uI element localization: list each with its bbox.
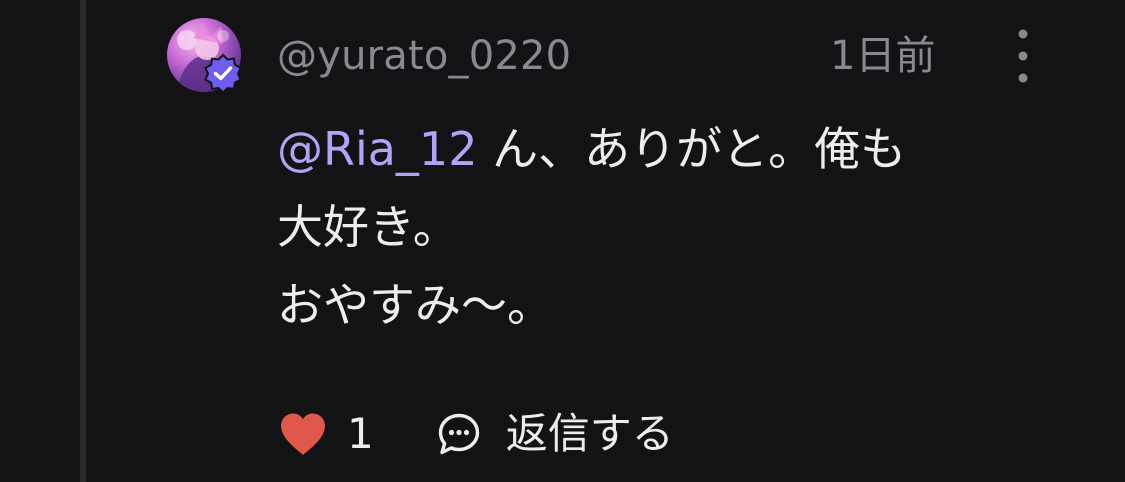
comment-username[interactable]: @yurato_0220 (277, 30, 571, 82)
comment-line-1: @Ria_12 ん、ありがと。俺も (277, 110, 1057, 188)
thread-line (80, 0, 86, 482)
comment-line-2: 大好き。 (277, 200, 459, 254)
heart-icon[interactable] (277, 410, 329, 458)
like-count: 1 (347, 409, 374, 458)
comment-timestamp: 1日前 (830, 33, 936, 79)
comment-thread: @yurato_0220 1日前 @Ria_12 ん、ありがと。俺も 大好き。 … (0, 0, 1125, 482)
more-vertical-icon[interactable] (1006, 24, 1040, 88)
comment-line-1-text: ん、ありがと。俺も (477, 122, 907, 176)
comment-text: @Ria_12 ん、ありがと。俺も 大好き。 おやすみ〜。 (277, 110, 1057, 344)
verified-badge-icon (204, 53, 242, 93)
comment-line-3: おやすみ〜。 (277, 278, 553, 332)
mention-link[interactable]: @Ria_12 (277, 122, 477, 176)
reply-label: 返信する (505, 409, 674, 458)
speech-bubble-icon (438, 413, 479, 455)
comment-actions: 1 返信する (277, 408, 674, 460)
reply-button[interactable]: 返信する (436, 408, 674, 460)
